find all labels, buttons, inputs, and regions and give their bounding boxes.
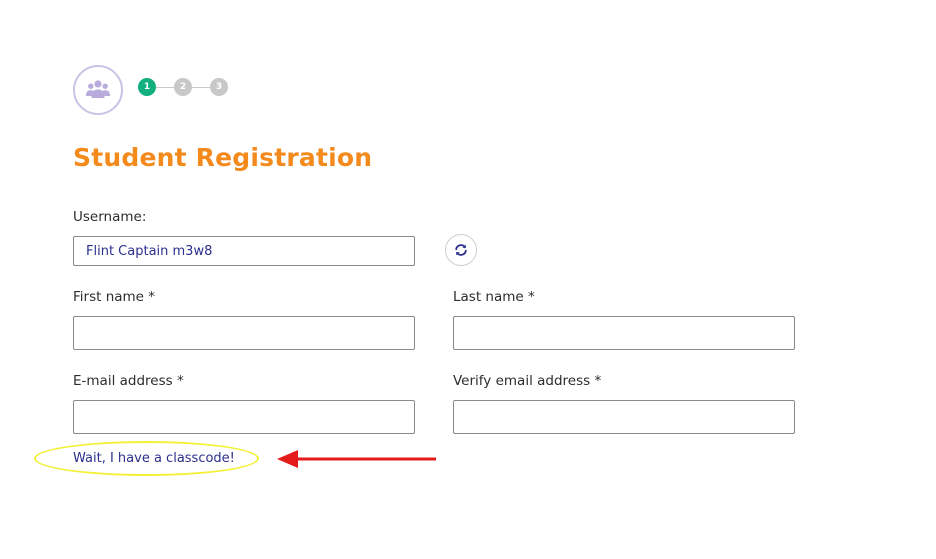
red-arrow-annotation [277,450,436,468]
email-input[interactable] [73,400,415,434]
classcode-link[interactable]: Wait, I have a classcode! [73,451,235,466]
registration-avatar [73,65,123,115]
last-name-label: Last name * [453,289,535,305]
last-name-input[interactable] [453,316,795,350]
page-title: Student Registration [73,143,373,172]
users-group-icon [86,80,110,98]
step-3-indicator: 3 [210,78,228,96]
username-label: Username: [73,209,147,225]
step-connector [156,87,174,88]
refresh-username-button[interactable] [445,234,477,266]
first-name-input[interactable] [73,316,415,350]
refresh-icon [455,244,467,256]
first-name-label: First name * [73,289,156,305]
username-input[interactable] [73,236,415,266]
verify-email-input[interactable] [453,400,795,434]
step-2-indicator: 2 [174,78,192,96]
verify-email-label: Verify email address * [453,373,602,389]
email-label: E-mail address * [73,373,184,389]
registration-page: 1 2 3 Student Registration Username: Fir… [0,0,936,559]
step-1-indicator: 1 [138,78,156,96]
step-connector [192,87,210,88]
